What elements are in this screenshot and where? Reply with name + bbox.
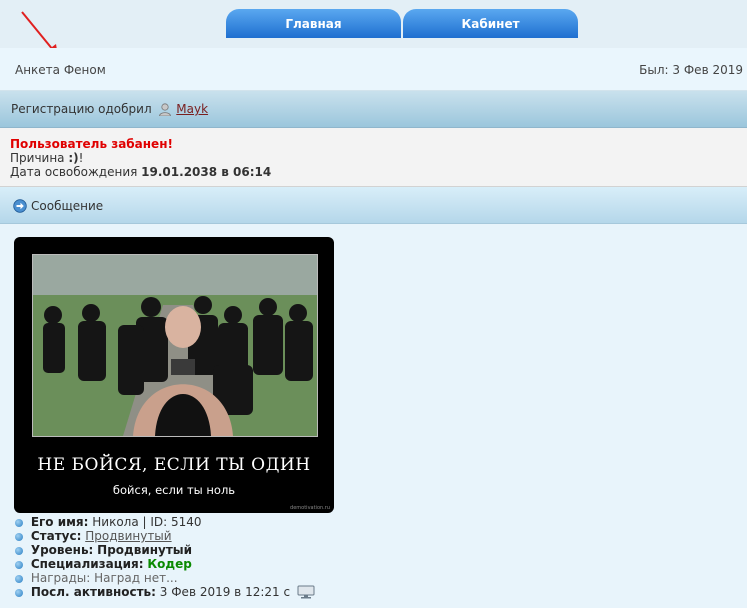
ban-release-date: Дата освобождения 19.01.2038 в 06:14 (10, 165, 271, 179)
list-item: Его имя: Никола | ID: 5140 (15, 515, 415, 529)
poster-watermark: demotivation.ru (290, 505, 330, 511)
name-label: Его имя: (30, 515, 89, 529)
ban-notice: Пользователь забанен! Причина :)! Дата о… (0, 128, 747, 187)
activity-label: Посл. активность: (30, 585, 156, 599)
activity-value: 3 Фев 2019 в 12:21 с (159, 585, 291, 599)
bullet-icon (15, 589, 23, 597)
demotivator-poster: НЕ БОЙСЯ, ЕСЛИ ТЫ ОДИН бойся, если ты но… (14, 237, 334, 513)
registration-info: Регистрацию одобрил Mayk (11, 102, 208, 116)
tab-main-label: Главная (285, 16, 342, 31)
list-item: Посл. активность: 3 Фев 2019 в 12:21 с (15, 585, 415, 599)
name-value: Никола | ID: 5140 (92, 515, 202, 529)
ban-title: Пользователь забанен! (10, 137, 173, 151)
user-avatar-icon (159, 103, 172, 116)
profile-info-list: Его имя: Никола | ID: 5140 Статус: Продв… (15, 515, 415, 599)
status-label: Статус: (30, 529, 82, 543)
ban-reason-value: :) (68, 151, 79, 165)
poster-photo (32, 254, 318, 437)
poster-title: НЕ БОЙСЯ, ЕСЛИ ТЫ ОДИН (37, 455, 311, 475)
last-seen-date: Был: 3 Фев 2019 (639, 63, 743, 77)
bullet-icon (15, 561, 23, 569)
desktop-computer-icon (297, 585, 315, 599)
ban-date-value: 19.01.2038 в 06:14 (141, 165, 272, 179)
send-message-link[interactable]: Сообщение (31, 199, 103, 213)
tab-cabinet[interactable]: Кабинет (403, 9, 578, 38)
ban-reason: Причина :)! (10, 151, 83, 165)
poster-subtitle: бойся, если ты ноль (112, 483, 236, 497)
message-row[interactable]: Сообщение (0, 187, 747, 224)
ban-reason-label: Причина (10, 151, 65, 165)
bullet-icon (15, 547, 23, 555)
bullet-icon (15, 575, 23, 583)
registration-row: Регистрацию одобрил Mayk (0, 91, 747, 128)
tab-main[interactable]: Главная (226, 9, 401, 38)
awards-value: Наград нет... (94, 571, 178, 585)
arrow-circle-icon (13, 199, 27, 213)
page-title: Анкета Феном (15, 63, 106, 77)
profile-header-row: Анкета Феном Был: 3 Фев 2019 (0, 48, 747, 91)
approver-link[interactable]: Mayk (176, 102, 208, 116)
level-label: Уровень: (30, 543, 94, 557)
awards-label: Награды: (30, 571, 91, 585)
bullet-icon (15, 533, 23, 541)
list-item: Награды: Наград нет... (15, 571, 415, 585)
bullet-icon (15, 519, 23, 527)
list-item: Уровень: Продвинутый (15, 543, 415, 557)
list-item: Статус: Продвинутый (15, 529, 415, 543)
specialization-value: Кодер (147, 557, 192, 571)
list-item: Специализация: Кодер (15, 557, 415, 571)
ban-reason-suffix: ! (78, 151, 84, 165)
level-value: Продвинутый (97, 543, 193, 557)
ban-date-label: Дата освобождения (10, 165, 138, 179)
registration-prefix: Регистрацию одобрил (11, 102, 152, 116)
tab-cabinet-label: Кабинет (461, 16, 520, 31)
specialization-label: Специализация: (30, 557, 144, 571)
top-navigation-bar: Главная Кабинет (0, 0, 747, 48)
status-link[interactable]: Продвинутый (85, 529, 171, 543)
